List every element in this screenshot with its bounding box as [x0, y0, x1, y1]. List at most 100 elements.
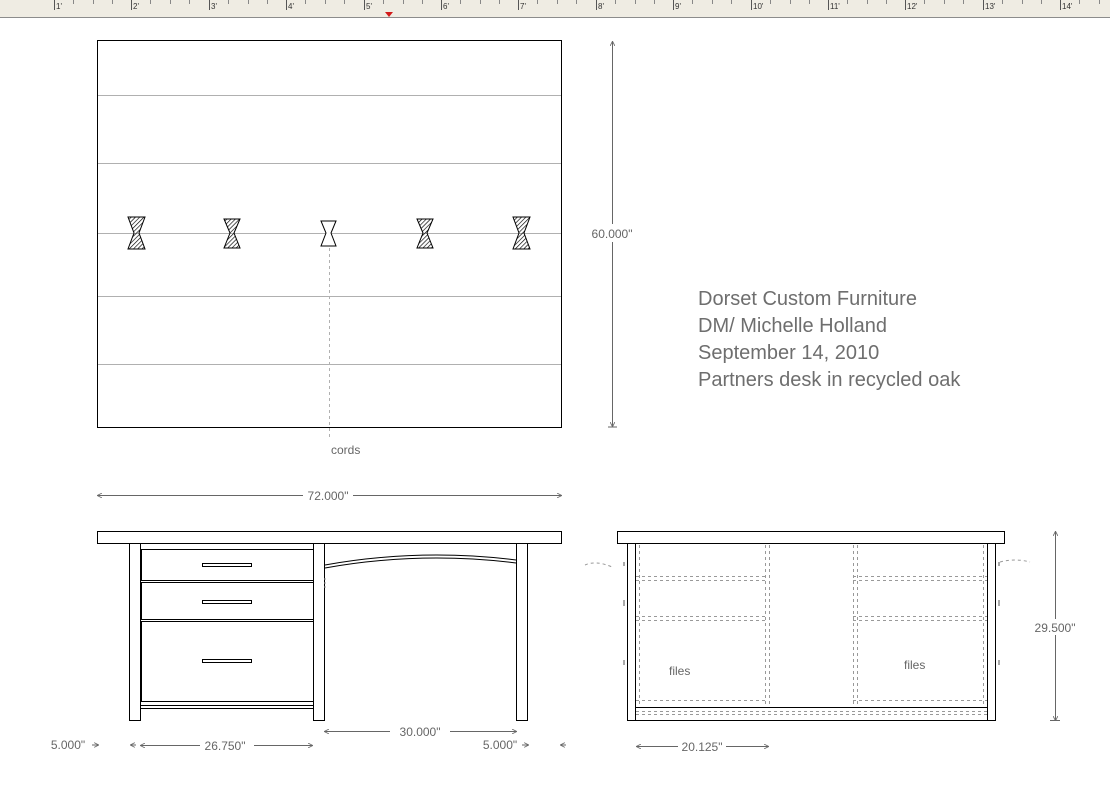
right-overhang-label: 5.000"	[483, 738, 517, 752]
ruler-minor-tick	[460, 0, 461, 4]
ruler-minor-tick	[189, 0, 190, 4]
depth-dimension-label: 60.000"	[592, 227, 633, 241]
ruler-minor-tick	[403, 0, 404, 4]
desktop-edge	[97, 531, 562, 544]
ruler-minor-tick	[557, 0, 558, 4]
ruler-minor-tick	[847, 0, 848, 4]
ruler-tick	[209, 0, 210, 10]
ruler-label: 13'	[985, 2, 996, 11]
ruler-tick	[286, 0, 287, 10]
ruler-minor-tick	[867, 0, 868, 4]
ruler-minor-tick	[1022, 0, 1023, 4]
ruler-minor-tick	[93, 0, 94, 4]
ruler-minor-tick	[635, 0, 636, 4]
desk-top-plan-view	[97, 40, 562, 440]
ruler-minor-tick	[480, 0, 481, 4]
ruler-tick	[518, 0, 519, 10]
ruler-minor-tick	[731, 0, 732, 4]
files-label-right: files	[904, 658, 925, 672]
drawer-pull	[202, 659, 252, 663]
pedestal-outer-left-leg	[129, 543, 141, 721]
horizontal-ruler[interactable]: 1' 2' 3' 4' 5' 6' 7' 8' 9' 10' 11' 12' 13' 14'	[0, 0, 1110, 18]
side-depth-label: 20.125"	[682, 740, 723, 754]
ruler-label: 8'	[598, 2, 604, 11]
ruler-minor-tick	[150, 0, 151, 4]
width-dimension-label: 72.000"	[308, 489, 349, 503]
ruler-minor-tick	[692, 0, 693, 4]
ruler-minor-tick	[1099, 0, 1100, 4]
ruler-label: 10'	[753, 2, 764, 11]
ruler-minor-tick	[267, 0, 268, 4]
title-block: Dorset Custom Furniture DM/ Michelle Hol…	[698, 286, 960, 394]
ruler-tick	[905, 0, 906, 10]
hidden-drawer-lines	[584, 545, 1031, 715]
ruler-minor-tick	[112, 0, 113, 4]
left-leg	[627, 543, 636, 721]
ruler-label: 4'	[288, 2, 294, 11]
ruler-label: 3'	[211, 2, 217, 11]
ruler-label: 11'	[830, 2, 840, 11]
ruler-minor-tick	[576, 0, 577, 4]
ruler-minor-tick	[228, 0, 229, 4]
pedestal-inner-leg	[313, 543, 325, 721]
ruler-label: 1'	[56, 2, 62, 11]
company-name: Dorset Custom Furniture	[698, 288, 917, 310]
ruler-minor-tick	[325, 0, 326, 4]
ruler-minor-tick	[248, 0, 249, 4]
ruler-minor-tick	[305, 0, 306, 4]
ruler-label: 7'	[520, 2, 526, 11]
ruler-label: 12'	[907, 2, 918, 11]
ruler-minor-tick	[654, 0, 655, 4]
ruler-tick	[596, 0, 597, 10]
ruler-minor-tick	[790, 0, 791, 4]
ruler-minor-tick	[615, 0, 616, 4]
height-dimension-label: 29.500"	[1035, 621, 1076, 635]
ruler-position-marker[interactable]	[385, 12, 393, 17]
ruler-minor-tick	[809, 0, 810, 4]
ruler-minor-tick	[924, 0, 925, 4]
file-drawer-front	[141, 621, 314, 702]
designer-client: DM/ Michelle Holland	[698, 315, 887, 337]
ruler-minor-tick	[712, 0, 713, 4]
knee-width-label: 30.000"	[400, 725, 441, 739]
project-description: Partners desk in recycled oak	[698, 369, 961, 391]
drawer-pull	[202, 600, 252, 604]
ruler-tick	[54, 0, 55, 10]
ruler-minor-tick	[770, 0, 771, 4]
back-elevation-view	[617, 531, 1005, 721]
drawing-canvas: 60.000" cords 72.000" 5.000" 26.750" 30.…	[51, 40, 1079, 754]
ruler-minor-tick	[170, 0, 171, 4]
ruler-label: 2'	[133, 2, 139, 11]
ruler-tick	[673, 0, 674, 10]
ruler-tick	[441, 0, 442, 10]
desktop-edge	[617, 531, 1005, 544]
files-label-left: files	[669, 664, 690, 678]
ruler-label: 5'	[366, 2, 372, 11]
ruler-minor-tick	[944, 0, 945, 4]
ruler-tick	[828, 0, 829, 10]
cords-label: cords	[331, 443, 360, 457]
ruler-tick	[131, 0, 132, 10]
pedestal-width-label: 26.750"	[205, 739, 246, 753]
drawer-pulls-side	[623, 562, 1000, 665]
ruler-minor-tick	[1002, 0, 1003, 4]
ruler-tick	[751, 0, 752, 10]
left-overhang-label: 5.000"	[51, 738, 85, 752]
right-leg	[987, 543, 996, 721]
ruler-minor-tick	[1041, 0, 1042, 4]
ruler-minor-tick	[537, 0, 538, 4]
drawer-front	[141, 549, 314, 581]
ruler-label: 9'	[675, 2, 681, 11]
ruler-minor-tick	[886, 0, 887, 4]
ruler-minor-tick	[383, 0, 384, 4]
ruler-label: 6'	[443, 2, 449, 11]
ruler-tick	[983, 0, 984, 10]
ruler-tick	[1060, 0, 1061, 10]
ruler-tick	[364, 0, 365, 10]
ruler-minor-tick	[1079, 0, 1080, 4]
right-leg	[516, 543, 528, 721]
ruler-minor-tick	[344, 0, 345, 4]
ruler-minor-tick	[73, 0, 74, 4]
drawer-pull	[202, 563, 252, 567]
ruler-minor-tick	[499, 0, 500, 4]
